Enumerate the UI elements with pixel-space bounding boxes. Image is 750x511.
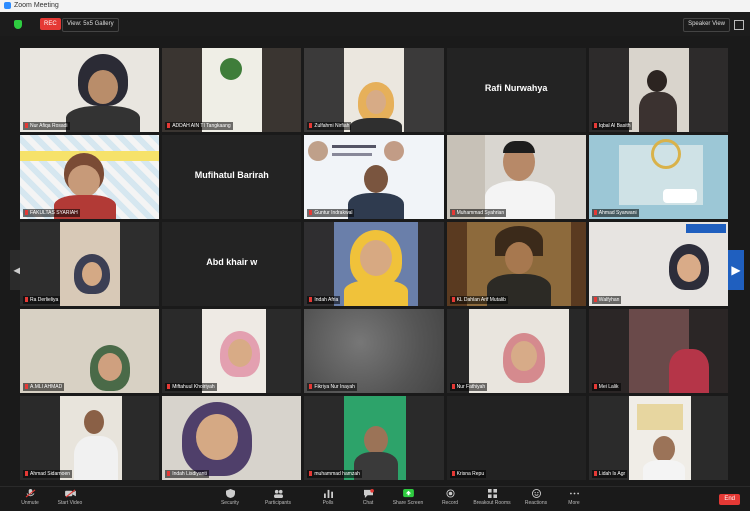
participant-name: Fikriya Nur Inayah	[307, 383, 357, 391]
participant-name: ADDAH AIN TI Tangkaang	[165, 122, 233, 130]
share-screen-button[interactable]: Share Screen	[388, 489, 428, 506]
video-tile[interactable]: ADDAH AIN TI Tangkaang	[162, 48, 302, 132]
participant-name-large: Abd khair w	[206, 257, 258, 268]
participants-button[interactable]: Participants	[258, 489, 298, 506]
video-tile[interactable]: Fikriya Nur Inayah	[304, 309, 444, 393]
participants-icon	[273, 489, 283, 498]
speaker-view-button[interactable]: Speaker View	[683, 18, 730, 32]
meeting-toolbar: Unmute Start Video Security Participants…	[0, 486, 750, 511]
participant-name: Krisna Repu	[449, 470, 487, 478]
reactions-button[interactable]: Reactions	[516, 489, 556, 506]
more-icon	[569, 492, 579, 495]
breakout-rooms-icon	[487, 489, 497, 498]
chat-button[interactable]: Chat	[348, 489, 388, 506]
participant-name: Nur Fathiyah	[449, 383, 488, 391]
window-titlebar: Zoom Meeting	[0, 0, 750, 12]
participant-name: Indah Afria	[307, 296, 341, 304]
video-tile[interactable]: KL Dahlan Arif Mutalib	[446, 222, 586, 306]
participant-name: Walfyhan	[591, 296, 622, 304]
participant-name: Guntur Indrakwal	[307, 209, 355, 217]
shield-icon	[225, 489, 235, 498]
video-tile[interactable]: FAKULTAS SYARIAH	[20, 135, 160, 219]
next-page-arrow-icon[interactable]: ▶	[728, 250, 744, 290]
participant-name: Muhammad Syahrian	[449, 209, 507, 217]
unmute-button[interactable]: Unmute	[10, 489, 50, 506]
video-gallery-grid: Nur Afiqa Rosadi ADDAH AIN TI Tangkaang …	[20, 48, 728, 480]
participant-name: KL Dahlan Arif Mutalib	[449, 296, 508, 304]
more-button[interactable]: More	[554, 489, 594, 506]
security-button[interactable]: Security	[210, 489, 250, 506]
microphone-icon	[25, 489, 35, 498]
video-tile[interactable]: Mei Lalik	[588, 309, 728, 393]
start-video-button[interactable]: Start Video	[50, 489, 90, 506]
recording-badge: REC	[40, 18, 61, 30]
video-tile[interactable]: A.MLI AHMAD	[20, 309, 160, 393]
video-tile[interactable]: Indah Lisdiyanti	[162, 396, 302, 480]
end-meeting-button[interactable]: End	[719, 494, 740, 505]
polls-button[interactable]: Polls	[308, 489, 348, 506]
video-tile[interactable]: Indah Afria	[304, 222, 444, 306]
video-tile[interactable]: Nur Afiqa Rosadi	[20, 48, 160, 132]
window-title: Zoom Meeting	[14, 2, 59, 9]
breakout-rooms-button[interactable]: Breakout Rooms	[472, 489, 512, 506]
video-tile[interactable]: Nur Fathiyah	[446, 309, 586, 393]
video-tile[interactable]: Rafi Nurwahya	[446, 48, 586, 132]
meeting-topbar: REC View: 5x5 Gallery Speaker View	[0, 12, 750, 36]
video-tile[interactable]: Lidah Is Agr	[588, 396, 728, 480]
video-tile[interactable]: Walfyhan	[588, 222, 728, 306]
video-tile[interactable]: Guntur Indrakwal	[304, 135, 444, 219]
video-tile[interactable]: Mufihatul Barirah	[162, 135, 302, 219]
participant-name: Ahmad Syarwani	[591, 209, 639, 217]
participant-name: Nur Afiqa Rosadi	[23, 122, 70, 130]
video-tile[interactable]: Muhammad Syahrian	[446, 135, 586, 219]
chat-icon	[363, 489, 374, 498]
video-tile[interactable]: Abd khair w	[162, 222, 302, 306]
video-tile[interactable]: Zulfahmi Nirfiah	[304, 48, 444, 132]
video-tile[interactable]: Krisna Repu	[446, 396, 586, 480]
participant-name-large: Rafi Nurwahya	[484, 83, 548, 94]
participant-name: Ra Derlieliya	[23, 296, 61, 304]
participant-name: Zulfahmi Nirfiah	[307, 122, 352, 130]
participant-name: muhammad hamzah	[307, 470, 362, 478]
video-tile[interactable]: muhammad hamzah	[304, 396, 444, 480]
participant-name: Iqbal Al Basith	[591, 122, 633, 130]
participant-name: FAKULTAS SYARIAH	[23, 209, 80, 217]
share-screen-icon	[402, 489, 414, 498]
participant-name: Indah Lisdiyanti	[165, 470, 209, 478]
polls-icon	[323, 489, 333, 498]
participant-name: Mei Lalik	[591, 383, 621, 391]
video-tile[interactable]: Ahmad Syarwani	[588, 135, 728, 219]
participant-name: A.MLI AHMAD	[23, 383, 65, 391]
video-tile[interactable]: Ahmad Sidarnoen	[20, 396, 160, 480]
gallery-view-selector[interactable]: View: 5x5 Gallery	[62, 18, 119, 32]
video-tile[interactable]: Miftahuul Khoiriyah	[162, 309, 302, 393]
reactions-icon	[531, 489, 541, 498]
video-camera-icon	[64, 489, 76, 498]
fullscreen-icon[interactable]	[734, 20, 744, 30]
participant-name: Ahmad Sidarnoen	[23, 470, 73, 478]
video-tile[interactable]: Iqbal Al Basith	[588, 48, 728, 132]
record-button[interactable]: Record	[430, 489, 470, 506]
encryption-shield-icon[interactable]	[14, 20, 22, 29]
participant-name: Lidah Is Agr	[591, 470, 628, 478]
record-icon	[445, 489, 455, 498]
participant-name: Miftahuul Khoiriyah	[165, 383, 217, 391]
participant-name-large: Mufihatul Barirah	[194, 170, 269, 181]
zoom-app-icon	[4, 1, 11, 9]
video-tile[interactable]: Ra Derlieliya	[20, 222, 160, 306]
